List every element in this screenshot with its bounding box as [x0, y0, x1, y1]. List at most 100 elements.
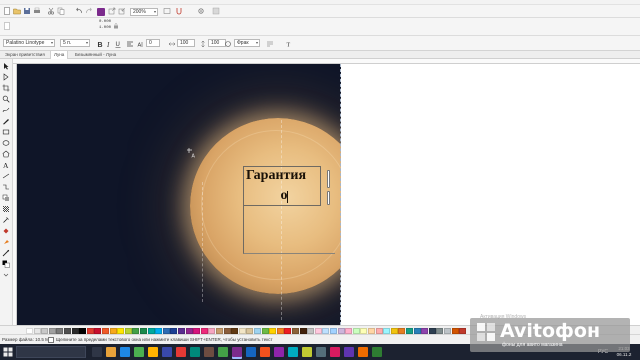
import-icon[interactable]: [118, 7, 126, 15]
drop-shadow-icon[interactable]: [2, 194, 10, 202]
file-size-status: Размер файла: 10.5 МБ: [2, 337, 52, 342]
open-folder-icon[interactable]: [13, 7, 21, 15]
app-icon-purple[interactable]: [274, 347, 284, 357]
style-dropdown[interactable]: Фрак ▾: [234, 39, 260, 47]
browser-icon[interactable]: [120, 347, 130, 357]
text-line-2[interactable]: о: [246, 188, 322, 204]
file-explorer-icon[interactable]: [106, 347, 116, 357]
ellipse-tool-icon[interactable]: [2, 139, 10, 147]
pick-tool-icon[interactable]: [2, 62, 10, 70]
connector-tool-icon[interactable]: [2, 183, 10, 191]
artboard-night-sky[interactable]: Гарантия о A: [17, 64, 341, 325]
save-icon[interactable]: [23, 7, 31, 15]
text-frame-handle-top[interactable]: [327, 170, 330, 188]
app-icon-blue[interactable]: [162, 347, 172, 357]
avito-watermark-logo: Avitoфон фоны для авито магазина: [470, 318, 630, 352]
fill-color-swatch[interactable]: [2, 260, 10, 268]
full-screen-icon[interactable]: [163, 7, 171, 15]
text-line-1[interactable]: Гарантия: [246, 168, 324, 184]
position-y-value[interactable]: 1.000: [99, 26, 111, 30]
app-launcher-icon[interactable]: [97, 8, 105, 16]
options-gear-icon[interactable]: [197, 7, 205, 15]
app-icon-lime[interactable]: [302, 347, 312, 357]
underline-icon[interactable]: U: [114, 40, 122, 48]
lock-ratio-icon[interactable]: [112, 22, 120, 30]
app-icon-brown[interactable]: [204, 347, 214, 357]
app-icon-yellow[interactable]: [148, 347, 158, 357]
font-size-dropdown[interactable]: 5 п. ▾: [60, 39, 90, 47]
width-percent-icon[interactable]: [168, 40, 176, 48]
expand-toolbox-icon[interactable]: [2, 271, 10, 279]
value-b-field[interactable]: 100: [177, 39, 195, 47]
transparency-icon[interactable]: [2, 205, 10, 213]
chrome-icon[interactable]: [134, 347, 144, 357]
tab-moon[interactable]: Луна: [50, 51, 69, 59]
clock-date: 06.11.2: [616, 352, 632, 357]
app-icon-red[interactable]: [176, 347, 186, 357]
cut-icon[interactable]: [47, 7, 55, 15]
chevron-down-icon: ▾: [85, 40, 88, 45]
svg-text:T: T: [287, 43, 291, 49]
italic-icon[interactable]: I: [105, 40, 113, 48]
outline-pen-icon[interactable]: [2, 249, 10, 257]
position-x-value[interactable]: 0.000: [99, 20, 111, 24]
print-icon[interactable]: [33, 7, 41, 15]
tab-label: Луна: [54, 52, 65, 57]
font-size-value: 5 п.: [63, 40, 72, 46]
copy-icon[interactable]: [57, 7, 65, 15]
app-icon-pink[interactable]: [330, 347, 340, 357]
tab-welcome-screen[interactable]: Экран приветствия: [2, 51, 48, 59]
windows-icon[interactable]: [3, 347, 13, 357]
chevron-down-icon: ▾: [50, 40, 53, 45]
app-icon-teal[interactable]: [190, 347, 200, 357]
zoom-level-field[interactable]: 200% ▾: [130, 8, 158, 16]
text-tool-icon[interactable]: A: [2, 161, 10, 169]
shape-tool-icon[interactable]: [2, 73, 10, 81]
launch-icon[interactable]: [212, 7, 220, 15]
new-document-icon[interactable]: [3, 7, 11, 15]
undo-icon[interactable]: [75, 7, 83, 15]
app-icon-navy[interactable]: [246, 347, 256, 357]
guide-line-left[interactable]: [202, 182, 203, 302]
taskbar-search-box[interactable]: [16, 346, 86, 358]
parallel-dimension-icon[interactable]: [2, 172, 10, 180]
app-icon-green[interactable]: [218, 347, 228, 357]
coreldraw-taskbar-icon[interactable]: [232, 347, 242, 357]
crosshair-text-icon: A: [187, 148, 197, 160]
height-percent-icon[interactable]: [199, 40, 207, 48]
app-icon-violet[interactable]: [344, 347, 354, 357]
text-frame-handle-bottom[interactable]: [327, 191, 330, 205]
text-properties-icon[interactable]: T: [286, 40, 294, 49]
align-left-icon[interactable]: [126, 40, 134, 48]
app-icon-amber[interactable]: [358, 347, 368, 357]
char-spacing-icon[interactable]: A: [137, 40, 145, 48]
smart-fill-icon[interactable]: [2, 238, 10, 246]
zoom-tool-icon[interactable]: [2, 95, 10, 103]
page-size-icon[interactable]: [3, 22, 11, 30]
redo-icon[interactable]: [85, 7, 93, 15]
freehand-tool-icon[interactable]: [2, 106, 10, 114]
style-icon[interactable]: [224, 40, 232, 48]
font-family-value: Palatino Linotype: [6, 40, 45, 46]
bold-icon[interactable]: B: [96, 40, 104, 48]
export-icon[interactable]: [108, 7, 116, 15]
drawing-canvas[interactable]: Гарантия о A: [17, 64, 640, 325]
app-icon-cyan[interactable]: [288, 347, 298, 357]
text-direction-icon[interactable]: [266, 40, 274, 48]
rectangle-tool-icon[interactable]: [2, 128, 10, 136]
crop-tool-icon[interactable]: [2, 84, 10, 92]
interactive-fill-icon[interactable]: [2, 227, 10, 235]
eyedropper-icon[interactable]: [2, 216, 10, 224]
tab-label: Экран приветствия: [5, 52, 45, 57]
tab-untitled-moon[interactable]: Безымянный - Луна: [72, 51, 119, 59]
app-icon-slate[interactable]: [316, 347, 326, 357]
app-icon-forest[interactable]: [372, 347, 382, 357]
task-view-icon[interactable]: [92, 347, 102, 357]
snap-to-icon[interactable]: [175, 7, 183, 15]
polygon-tool-icon[interactable]: [2, 150, 10, 158]
value-a-field[interactable]: 0: [146, 39, 160, 47]
artistic-media-icon[interactable]: [2, 117, 10, 125]
font-family-dropdown[interactable]: Palatino Linotype ▾: [3, 39, 55, 47]
app-icon-orange[interactable]: [260, 347, 270, 357]
style-dropdown-value: Фрак: [237, 40, 249, 46]
